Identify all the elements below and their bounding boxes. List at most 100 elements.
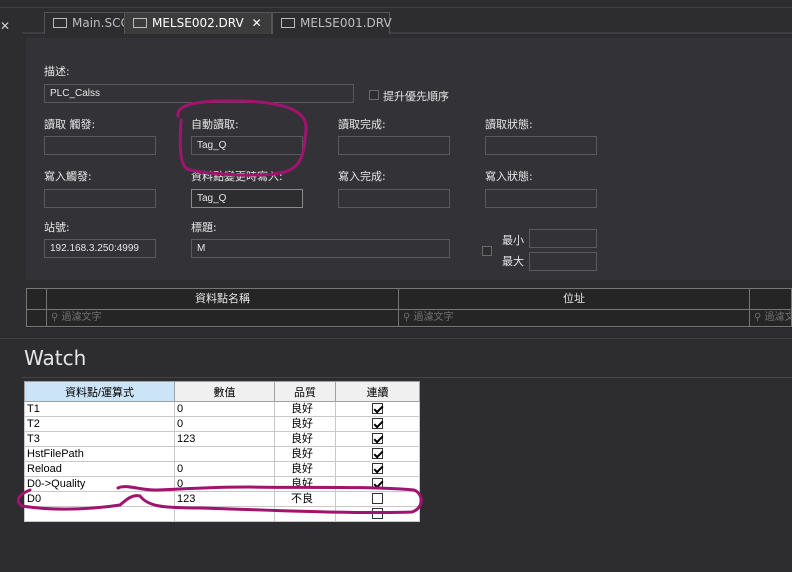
watch-title: Watch	[24, 346, 87, 370]
tab-melse001[interactable]: MELSE001.DRV	[272, 12, 392, 34]
watch-cell-expression[interactable]: Reload	[24, 461, 175, 477]
read-complete-label: 讀取完成:	[338, 118, 386, 131]
watch-header-quality[interactable]: 品質	[274, 381, 336, 402]
read-status-field[interactable]	[485, 136, 597, 155]
watch-cell-quality[interactable]: 良好	[274, 416, 336, 432]
name-filter[interactable]: ⚲ 過濾文字	[46, 310, 399, 327]
row-filter-cell	[26, 310, 47, 327]
watch-cell-expression[interactable]: T3	[24, 431, 175, 447]
write-complete-field[interactable]	[338, 189, 450, 208]
tag-label: 標題:	[191, 221, 217, 234]
watch-cell-value[interactable]: 0	[174, 416, 275, 432]
extra-filter[interactable]: ⚲ 過濾文字	[749, 310, 792, 327]
column-header-extra[interactable]	[749, 288, 792, 310]
watch-row[interactable]: T3 123 良好	[24, 431, 420, 447]
watch-cell-quality[interactable]: 良好	[274, 401, 336, 417]
watch-row[interactable]: HstFilePath 良好	[24, 446, 420, 462]
panel-separator	[0, 338, 792, 344]
filter-placeholder: 過濾文字	[413, 312, 454, 323]
watch-cell-continuous[interactable]	[335, 416, 420, 432]
watch-cell-expression[interactable]: T2	[24, 416, 175, 432]
continuous-checkbox[interactable]	[372, 403, 383, 415]
write-trigger-label: 寫入觸發:	[44, 170, 92, 183]
watch-cell-continuous[interactable]	[335, 431, 420, 447]
watch-cell-continuous[interactable]	[335, 506, 420, 522]
watch-row[interactable]: T2 0 良好	[24, 416, 420, 432]
max-field[interactable]	[529, 252, 597, 271]
watch-cell-continuous[interactable]	[335, 401, 420, 417]
watch-header-expression[interactable]: 資料點/運算式	[24, 381, 175, 402]
watch-header-continuous[interactable]: 連續	[335, 381, 420, 402]
description-label: 描述:	[44, 65, 70, 78]
write-trigger-field[interactable]	[44, 189, 156, 208]
watch-cell-value[interactable]: 0	[174, 461, 275, 477]
search-icon: ⚲	[754, 312, 765, 323]
min-field[interactable]	[529, 229, 597, 248]
tab-melse002[interactable]: MELSE002.DRV ✕	[124, 12, 272, 34]
tag-field[interactable]	[191, 239, 450, 258]
station-label: 站號:	[44, 221, 70, 234]
watch-cell-expression[interactable]	[24, 506, 175, 522]
priority-label: 提升優先順序	[383, 90, 449, 103]
description-field[interactable]	[44, 84, 354, 103]
watch-row[interactable]: T1 0 良好	[24, 401, 420, 417]
address-filter[interactable]: ⚲ 過濾文字	[398, 310, 750, 327]
watch-cell-quality[interactable]	[274, 506, 336, 522]
watch-cell-continuous[interactable]	[335, 461, 420, 477]
station-field[interactable]	[44, 239, 156, 258]
document-tabbar: Main.SCC MELSE002.DRV ✕ MELSE001.DRV	[22, 12, 792, 34]
continuous-checkbox[interactable]	[372, 448, 383, 460]
column-header-name[interactable]: 資料點名稱	[46, 288, 399, 310]
close-icon[interactable]: ✕	[0, 19, 14, 33]
watch-row[interactable]: D0->Quality 0 良好	[24, 476, 420, 492]
tab-close-icon[interactable]: ✕	[252, 16, 262, 30]
write-on-change-field[interactable]	[191, 189, 303, 208]
watch-cell-expression[interactable]: D0	[24, 491, 175, 507]
tag-list: 資料點名稱 位址 ⚲ 過濾文字 ⚲ 過濾文字 ⚲ 過濾文字	[26, 288, 792, 328]
continuous-checkbox[interactable]	[372, 433, 383, 445]
read-status-label: 讀取狀態:	[485, 118, 533, 131]
priority-checkbox[interactable]	[369, 90, 379, 100]
watch-cell-quality[interactable]: 良好	[274, 476, 336, 492]
watch-cell-quality[interactable]: 不良	[274, 491, 336, 507]
watch-row[interactable]: Reload 0 良好	[24, 461, 420, 477]
continuous-checkbox[interactable]	[372, 463, 383, 475]
auto-read-field[interactable]	[191, 136, 303, 155]
watch-cell-expression[interactable]: T1	[24, 401, 175, 417]
read-trigger-label: 讀取 觸發:	[44, 118, 96, 131]
tab-label: Main.SCC	[72, 16, 129, 30]
watch-cell-quality[interactable]: 良好	[274, 431, 336, 447]
watch-cell-continuous[interactable]	[335, 491, 420, 507]
tab-label: MELSE002.DRV	[152, 16, 244, 30]
watch-cell-value[interactable]: 0	[174, 476, 275, 492]
continuous-checkbox[interactable]	[372, 508, 383, 520]
read-complete-field[interactable]	[338, 136, 450, 155]
tab-label: MELSE001.DRV	[300, 16, 392, 30]
watch-cell-expression[interactable]: D0->Quality	[24, 476, 175, 492]
watch-cell-value[interactable]: 0	[174, 401, 275, 417]
watch-cell-continuous[interactable]	[335, 446, 420, 462]
watch-row[interactable]: D0 123 不良	[24, 491, 420, 507]
write-status-field[interactable]	[485, 189, 597, 208]
column-header-address[interactable]: 位址	[398, 288, 750, 310]
watch-cell-value[interactable]: 123	[174, 491, 275, 507]
watch-cell-continuous[interactable]	[335, 476, 420, 492]
watch-cell-quality[interactable]: 良好	[274, 461, 336, 477]
watch-header-value[interactable]: 數值	[174, 381, 275, 402]
range-checkbox[interactable]	[482, 246, 492, 256]
continuous-checkbox[interactable]	[372, 478, 383, 490]
watch-cell-expression[interactable]: HstFilePath	[24, 446, 175, 462]
watch-cell-value[interactable]	[174, 506, 275, 522]
monitor-icon	[53, 18, 67, 28]
continuous-checkbox[interactable]	[372, 418, 383, 430]
read-trigger-field[interactable]	[44, 136, 156, 155]
auto-read-label: 自動讀取:	[191, 118, 239, 131]
watch-cell-quality[interactable]: 良好	[274, 446, 336, 462]
search-icon: ⚲	[403, 312, 414, 323]
filter-placeholder: 過濾文字	[764, 312, 791, 323]
continuous-checkbox[interactable]	[372, 493, 383, 505]
filter-placeholder: 過濾文字	[61, 312, 102, 323]
watch-row[interactable]	[24, 506, 420, 522]
watch-cell-value[interactable]	[174, 446, 275, 462]
watch-cell-value[interactable]: 123	[174, 431, 275, 447]
